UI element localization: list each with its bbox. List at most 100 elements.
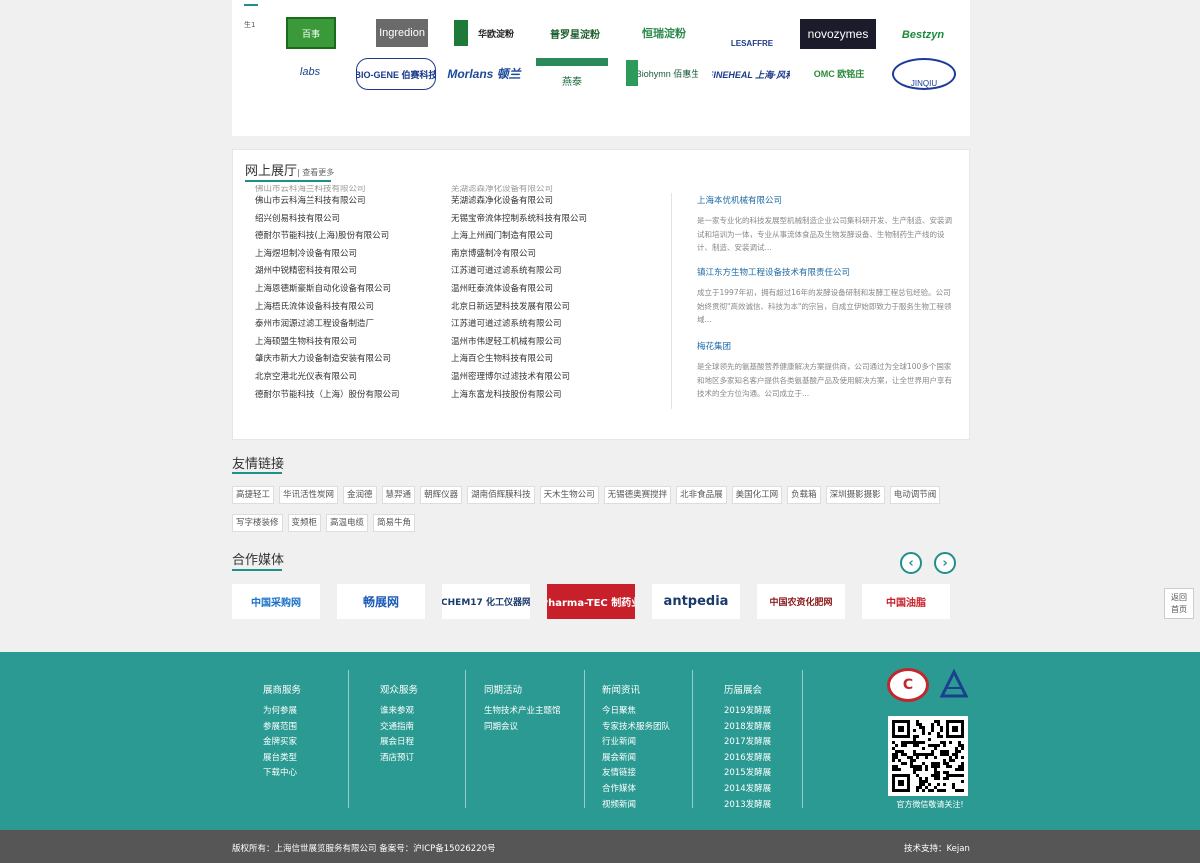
footer-link[interactable]: 专家技术服务团队 bbox=[602, 720, 670, 736]
media-logo[interactable]: 中国油脂 bbox=[862, 584, 950, 619]
sponsor-logo-ingredion[interactable]: Ingredion bbox=[376, 19, 428, 47]
exhibitor-link[interactable]: 绍兴创易科技有限公司 bbox=[255, 211, 400, 229]
exhibitor-link[interactable]: 温州市伟逻轻工机械有限公司 bbox=[451, 334, 587, 352]
footer-link[interactable]: 展会新闻 bbox=[602, 751, 670, 767]
friendly-link[interactable]: 华讯活性炭网 bbox=[279, 486, 339, 504]
exhibitor-link[interactable]: 南京博盛制冷有限公司 bbox=[451, 246, 587, 264]
featured-company-name[interactable]: 上海本优机械有限公司 bbox=[697, 194, 953, 206]
footer-link[interactable]: 行业新闻 bbox=[602, 735, 670, 751]
exhibitor-link[interactable]: 江苏道可道过滤系统有限公司 bbox=[451, 316, 587, 334]
sponsor-logo-puluoxing[interactable]: 普罗星淀粉 bbox=[538, 22, 612, 44]
friendly-link[interactable]: 湖南佰辉膜科技 bbox=[467, 486, 535, 504]
back-to-top-button[interactable]: 返回 首页 bbox=[1164, 588, 1194, 619]
friendly-link[interactable]: 高温电缆 bbox=[326, 514, 369, 532]
friendly-link[interactable]: 深圳摄影摄影 bbox=[825, 486, 885, 504]
sponsor-logo-biohymn[interactable]: Biohymn 佰惠生 bbox=[626, 60, 698, 86]
media-logo[interactable]: Pharma-TEC 制药业 bbox=[547, 584, 635, 619]
exhibitor-link[interactable]: 北京日新远望科技发展有限公司 bbox=[451, 299, 587, 317]
friendly-link[interactable]: 北非食品展 bbox=[676, 486, 727, 504]
footer-link[interactable]: 交通指南 bbox=[380, 720, 418, 736]
exhibitor-link[interactable]: 无锡宝帝流体控制系统科技有限公司 bbox=[451, 211, 587, 229]
friendly-link[interactable]: 高捷轻工 bbox=[232, 486, 275, 504]
exhibitor-link[interactable]: 上海硕盟生物科技有限公司 bbox=[255, 334, 400, 352]
exhibitor-link[interactable]: 上海梧氏流体设备科技有限公司 bbox=[255, 299, 400, 317]
footer-column: 观众服务 谁来参观 交通指南 展会日程 酒店预订 bbox=[380, 682, 418, 766]
footer-link[interactable]: 今日聚焦 bbox=[602, 704, 670, 720]
sponsor-logo-1[interactable]: 百事 bbox=[286, 17, 336, 49]
footer-link[interactable]: 生物技术产业主题馆 bbox=[484, 704, 561, 720]
exhibitor-link[interactable]: 肇庆市新大力设备制造安装有限公司 bbox=[255, 351, 400, 369]
footer-link[interactable]: 2018发酵展 bbox=[724, 720, 771, 736]
sponsor-logo-jinqiu[interactable]: JINQIU bbox=[892, 58, 956, 90]
featured-company-name[interactable]: 镇江东方生物工程设备技术有限责任公司 bbox=[697, 266, 953, 278]
footer-link[interactable]: 酒店预订 bbox=[380, 751, 418, 767]
footer-link[interactable]: 为何参展 bbox=[263, 704, 301, 720]
exhibitor-link[interactable]: 上海百仑生物科技有限公司 bbox=[451, 351, 587, 369]
exhibitor-link[interactable]: 江苏道可道过滤系统有限公司 bbox=[451, 263, 587, 281]
sponsor-logo-biogene[interactable]: BIO-GENE 伯赛科技 bbox=[356, 58, 436, 90]
sponsor-logo-omc[interactable]: OMC 欧铭庄 bbox=[806, 62, 872, 84]
sponsor-logo-fineheal[interactable]: FINEHEAL 上海·风和 bbox=[712, 58, 790, 90]
footer-link[interactable]: 参展范围 bbox=[263, 720, 301, 736]
footer-link[interactable]: 2013发酵展 bbox=[724, 798, 771, 814]
sponsor-logo-hengrui[interactable]: 恒瑞淀粉 bbox=[628, 20, 700, 46]
exhibitor-link[interactable]: 上海恩德斯豪斯自动化设备有限公司 bbox=[255, 281, 400, 299]
exhibitor-link[interactable]: 湖州中锐精密科技有限公司 bbox=[255, 263, 400, 281]
footer-link[interactable]: 下载中心 bbox=[263, 766, 301, 782]
friendly-link[interactable]: 美国化工网 bbox=[731, 486, 783, 504]
footer-column-heading: 新闻资讯 bbox=[602, 685, 641, 696]
friendly-link[interactable]: 无锡德奥赛搅拌 bbox=[603, 486, 672, 504]
media-logo[interactable]: 中国采购网 bbox=[232, 584, 320, 619]
friendly-link[interactable]: 慧羿通 bbox=[381, 486, 416, 504]
exhibitor-link[interactable]: 温州密理博尔过滤技术有限公司 bbox=[451, 369, 587, 387]
footer-link[interactable]: 同期会议 bbox=[484, 720, 561, 736]
exhibitor-link[interactable]: 上海东富龙科技股份有限公司 bbox=[451, 387, 587, 405]
exhibitor-link[interactable]: 德耐尔节能科技（上海）股份有限公司 bbox=[255, 387, 400, 405]
footer-link[interactable]: 2014发酵展 bbox=[724, 782, 771, 798]
sponsor-logo-lesaffre[interactable]: LESAFFRE bbox=[724, 20, 780, 48]
chevron-right-icon[interactable]: › bbox=[934, 552, 956, 574]
exhibitor-link[interactable]: 佛山市云科海兰科技有限公司 bbox=[255, 193, 400, 211]
view-more-link[interactable]: | 查看更多 bbox=[297, 168, 334, 177]
sponsor-logo-bestzyn[interactable]: Bestzyn bbox=[890, 24, 956, 46]
exhibitor-link[interactable]: 温州旺泰流体设备有限公司 bbox=[451, 281, 587, 299]
sponsor-logo-novozymes[interactable]: novozymes bbox=[800, 19, 876, 49]
media-logo[interactable]: CHEM17 化工仪器网 bbox=[442, 584, 530, 619]
footer-link[interactable]: 视频新闻 bbox=[602, 798, 670, 814]
footer-link[interactable]: 谁来参观 bbox=[380, 704, 418, 720]
list-item-cut: 佛山市云科海兰科技有限公司 bbox=[255, 185, 366, 193]
sponsor-logo-morlans[interactable]: Morlans 顿兰 bbox=[446, 58, 522, 88]
friendly-link[interactable]: 简易牛角 bbox=[373, 514, 416, 532]
media-logo[interactable]: antpedia bbox=[652, 584, 740, 619]
footer-link[interactable]: 金牌买家 bbox=[263, 735, 301, 751]
friendly-link[interactable]: 负载箱 bbox=[787, 486, 821, 504]
friendly-link[interactable]: 电动调节阀 bbox=[889, 486, 941, 504]
footer-link[interactable]: 合作媒体 bbox=[602, 782, 670, 798]
chevron-left-icon[interactable]: ‹ bbox=[900, 552, 922, 574]
exhibitor-link[interactable]: 德耐尔节能科技(上海)股份有限公司 bbox=[255, 228, 400, 246]
sponsor-logo-labs[interactable]: labs bbox=[276, 58, 344, 86]
media-logo[interactable]: 中国农资化肥网 bbox=[757, 584, 845, 619]
exhibitor-link[interactable]: 泰州市润源过滤工程设备制造厂 bbox=[255, 316, 400, 334]
footer-link[interactable]: 友情链接 bbox=[602, 766, 670, 782]
friendly-link[interactable]: 朝辉仪器 bbox=[420, 486, 463, 504]
exhibitor-link[interactable]: 北京空港北光仪表有限公司 bbox=[255, 369, 400, 387]
media-logo[interactable]: 畅展网 bbox=[337, 584, 425, 619]
exhibitor-link[interactable]: 上海煜坦制冷设备有限公司 bbox=[255, 246, 400, 264]
featured-company-name[interactable]: 梅花集团 bbox=[697, 340, 953, 352]
footer-column-heading: 历届展会 bbox=[724, 685, 763, 696]
exhibitor-link[interactable]: 芜湖滤森净化设备有限公司 bbox=[451, 193, 587, 211]
friendly-link[interactable]: 金润德 bbox=[343, 486, 377, 504]
exhibitor-link[interactable]: 上海上州阀门制造有限公司 bbox=[451, 228, 587, 246]
friendly-link[interactable]: 写字楼装修 bbox=[232, 514, 283, 532]
footer-link[interactable]: 2019发酵展 bbox=[724, 704, 771, 720]
footer-link[interactable]: 2017发酵展 bbox=[724, 735, 771, 751]
sponsor-logo-yantai[interactable]: 燕泰 bbox=[536, 58, 608, 88]
friendly-link[interactable]: 变频柜 bbox=[287, 514, 322, 532]
footer-link[interactable]: 展台类型 bbox=[263, 751, 301, 767]
footer-link[interactable]: 2015发酵展 bbox=[724, 766, 771, 782]
friendly-link[interactable]: 天木生物公司 bbox=[539, 486, 599, 504]
footer-link[interactable]: 展会日程 bbox=[380, 735, 418, 751]
footer-link[interactable]: 2016发酵展 bbox=[724, 751, 771, 767]
sponsor-logo-huaou[interactable]: 华欧淀粉 bbox=[454, 20, 524, 46]
